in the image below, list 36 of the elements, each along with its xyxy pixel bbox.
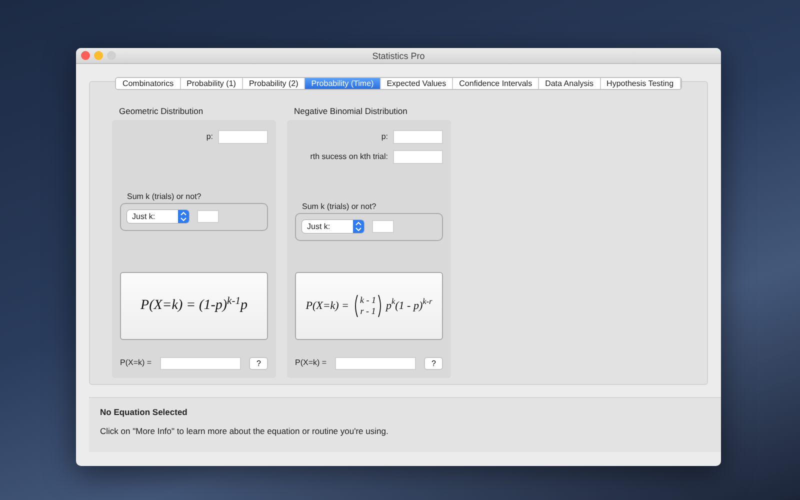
field-label: rth sucess on kth trial: bbox=[310, 150, 388, 163]
result-field[interactable] bbox=[334, 356, 416, 370]
panel-title: Geometric Distribution bbox=[118, 105, 204, 118]
tab[interactable]: Probability (Time) bbox=[305, 78, 381, 89]
input-field[interactable] bbox=[218, 130, 268, 144]
dropdown[interactable]: Just k: bbox=[127, 210, 189, 224]
field-label: p: bbox=[206, 130, 213, 143]
input-field[interactable] bbox=[372, 220, 394, 234]
zoom-icon[interactable] bbox=[107, 51, 116, 60]
input-field[interactable] bbox=[393, 150, 443, 164]
dropdown[interactable]: Just k: bbox=[302, 220, 364, 234]
group-title: Sum k (trials) or not? bbox=[301, 200, 378, 213]
result-label: P(X=k) = bbox=[295, 357, 327, 370]
formula: P(X=k) = (1-p)$^{k-1}$p bbox=[140, 295, 248, 316]
panel-title: Negative Binomial Distribution bbox=[293, 105, 408, 118]
binomial-text: k - 1 r - 1 bbox=[360, 294, 376, 317]
formula-text: p$^{k}$(1 - p)$^{k-r}$ bbox=[386, 298, 432, 314]
formula-text: P(X=k) = bbox=[306, 298, 349, 314]
right-bracket-icon bbox=[378, 294, 383, 318]
window-title: Statistics Pro bbox=[372, 51, 425, 61]
result-label: P(X=k) = bbox=[120, 357, 152, 370]
help-button[interactable]: ? bbox=[424, 356, 443, 370]
minimize-icon[interactable] bbox=[94, 51, 103, 60]
input-field[interactable] bbox=[393, 130, 443, 144]
close-icon[interactable] bbox=[81, 51, 90, 60]
left-bracket-icon bbox=[352, 294, 358, 318]
stepper-icon bbox=[353, 220, 364, 234]
stepper-icon bbox=[178, 210, 189, 224]
input-field[interactable] bbox=[197, 210, 219, 224]
result-field[interactable] bbox=[160, 356, 242, 370]
group-title: Sum k (trials) or not? bbox=[126, 190, 202, 203]
tab[interactable]: Combinatorics bbox=[116, 78, 181, 89]
help-button[interactable]: ? bbox=[249, 356, 268, 370]
field-label: p: bbox=[381, 130, 388, 143]
info-title: No Equation Selected bbox=[100, 406, 188, 419]
info-text: Click on "More Info" to learn more about the equation or routine you're using. bbox=[100, 424, 390, 438]
